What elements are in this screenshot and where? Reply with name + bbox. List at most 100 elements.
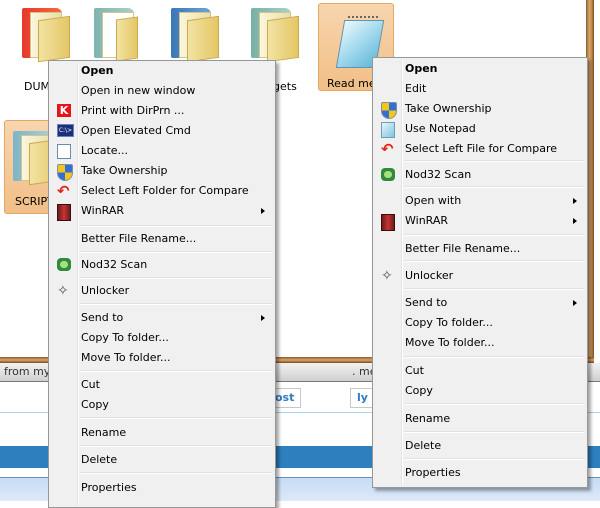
menu-item-send-to[interactable]: Send to bbox=[375, 293, 585, 313]
uac-shield-icon bbox=[57, 164, 73, 181]
winrar-icon bbox=[57, 204, 71, 221]
menu-item-label: Cut bbox=[405, 364, 424, 377]
menu-item-nod32-scan[interactable]: Nod32 Scan bbox=[51, 255, 273, 275]
menu-separator bbox=[404, 234, 584, 236]
menu-item-take-ownership[interactable]: Take Ownership bbox=[51, 161, 273, 181]
menu-item-label: Rename bbox=[81, 426, 127, 439]
winrar-icon bbox=[381, 214, 395, 231]
submenu-arrow-icon bbox=[573, 198, 577, 204]
menu-separator bbox=[404, 431, 584, 433]
menu-item-copy-to-folder[interactable]: Copy To folder... bbox=[375, 313, 585, 333]
submenu-arrow-icon bbox=[261, 208, 265, 214]
menu-item-move-to-folder[interactable]: Move To folder... bbox=[375, 333, 585, 353]
menu-item-delete[interactable]: Delete bbox=[375, 436, 585, 456]
menu-item-use-notepad[interactable]: Use Notepad bbox=[375, 119, 585, 139]
folder-context-menu: Open Open in new window K Print with DirPrn… bbox=[48, 60, 276, 508]
menu-item-unlocker[interactable]: ✧ Unlocker bbox=[51, 281, 273, 301]
unlocker-wand-icon: ✧ bbox=[57, 283, 69, 299]
menu-item-label: Print with DirPrn ... bbox=[81, 104, 185, 117]
menu-separator bbox=[80, 472, 272, 474]
compare-arrow-icon: ↶ bbox=[381, 140, 394, 158]
menu-item-label: Copy To folder... bbox=[405, 316, 493, 329]
menu-item-label: Select Left File for Compare bbox=[405, 142, 558, 155]
unlocker-wand-icon: ✧ bbox=[381, 268, 393, 284]
menu-item-print-with-dirprn[interactable]: K Print with DirPrn ... bbox=[51, 101, 273, 121]
menu-item-label: Delete bbox=[405, 439, 442, 452]
cmd-icon: C:\> bbox=[57, 124, 74, 137]
menu-item-open-elevated-cmd[interactable]: C:\> Open Elevated Cmd bbox=[51, 121, 273, 141]
menu-item-label: Nod32 Scan bbox=[81, 258, 148, 271]
menu-item-open[interactable]: Open bbox=[51, 61, 273, 81]
folder-icon bbox=[171, 4, 219, 63]
menu-item-label: Move To folder... bbox=[405, 336, 495, 349]
menu-separator bbox=[404, 260, 584, 262]
menu-item-label: Nod32 Scan bbox=[405, 168, 472, 181]
menu-item-cut[interactable]: Cut bbox=[375, 361, 585, 381]
menu-item-better-file-rename[interactable]: Better File Rename... bbox=[51, 229, 273, 249]
menu-separator bbox=[80, 370, 272, 372]
menu-item-label: Use Notepad bbox=[405, 122, 476, 135]
menu-item-locate[interactable]: Locate... bbox=[51, 141, 273, 161]
file-context-menu: Open Edit Take Ownership Use Notepad ↶ Select… bbox=[372, 57, 588, 488]
menu-item-label: Unlocker bbox=[81, 284, 130, 297]
menu-item-label: WinRAR bbox=[81, 204, 125, 217]
menu-item-label: Open Elevated Cmd bbox=[81, 124, 191, 137]
menu-item-label: Better File Rename... bbox=[405, 242, 521, 255]
folder-media[interactable] bbox=[88, 0, 162, 62]
menu-item-unlocker[interactable]: ✧ Unlocker bbox=[375, 266, 585, 286]
compare-arrow-icon: ↶ bbox=[57, 182, 70, 200]
menu-item-rename[interactable]: Rename bbox=[51, 423, 273, 443]
menu-item-nod32-scan[interactable]: Nod32 Scan bbox=[375, 165, 585, 185]
menu-item-label: Copy bbox=[405, 384, 433, 397]
menu-item-move-to-folder[interactable]: Move To folder... bbox=[51, 348, 273, 368]
submenu-arrow-icon bbox=[573, 218, 577, 224]
dirprn-k-icon: K bbox=[57, 104, 71, 117]
folder-script[interactable]: SCRIPT bbox=[4, 120, 61, 214]
nod32-icon bbox=[57, 258, 71, 271]
menu-item-copy[interactable]: Copy bbox=[375, 381, 585, 401]
menu-item-properties[interactable]: Properties bbox=[51, 478, 273, 498]
menu-item-winrar[interactable]: WinRAR bbox=[51, 201, 273, 221]
menu-separator bbox=[404, 403, 584, 405]
menu-item-open[interactable]: Open bbox=[375, 59, 585, 79]
menu-separator bbox=[404, 160, 584, 162]
menu-item-open-with[interactable]: Open with bbox=[375, 191, 585, 211]
menu-item-label: Locate... bbox=[81, 144, 129, 157]
menu-item-copy-to-folder[interactable]: Copy To folder... bbox=[51, 328, 273, 348]
submenu-arrow-icon bbox=[573, 300, 577, 306]
menu-item-send-to[interactable]: Send to bbox=[51, 308, 273, 328]
menu-separator bbox=[80, 251, 272, 253]
notepad-icon bbox=[381, 122, 395, 138]
menu-item-label: Take Ownership bbox=[81, 164, 168, 177]
menu-item-copy[interactable]: Copy bbox=[51, 395, 273, 415]
menu-separator bbox=[80, 303, 272, 305]
menu-item-edit[interactable]: Edit bbox=[375, 79, 585, 99]
menu-item-label: Rename bbox=[405, 412, 451, 425]
browser-tab-title: from my bbox=[4, 365, 51, 378]
menu-item-label: Edit bbox=[405, 82, 427, 95]
menu-item-cut[interactable]: Cut bbox=[51, 375, 273, 395]
menu-separator bbox=[404, 288, 584, 290]
menu-item-label: Properties bbox=[405, 466, 461, 479]
menu-separator bbox=[80, 277, 272, 279]
locate-icon bbox=[57, 144, 71, 159]
menu-item-take-ownership[interactable]: Take Ownership bbox=[375, 99, 585, 119]
menu-item-select-left-folder-for-compare[interactable]: ↶ Select Left Folder for Compare bbox=[51, 181, 273, 201]
menu-item-label: Open with bbox=[405, 194, 462, 207]
menu-item-label: Copy To folder... bbox=[81, 331, 169, 344]
menu-item-better-file-rename[interactable]: Better File Rename... bbox=[375, 239, 585, 259]
menu-separator bbox=[80, 445, 272, 447]
folder-contacts[interactable] bbox=[165, 0, 239, 63]
menu-item-winrar[interactable]: WinRAR bbox=[375, 211, 585, 231]
menu-item-label: Send to bbox=[81, 311, 124, 324]
menu-item-label: Open in new window bbox=[81, 84, 196, 97]
menu-item-delete[interactable]: Delete bbox=[51, 450, 273, 470]
menu-separator bbox=[80, 225, 272, 227]
menu-item-label: Unlocker bbox=[405, 269, 454, 282]
nod32-icon bbox=[381, 168, 395, 181]
menu-item-rename[interactable]: Rename bbox=[375, 409, 585, 429]
menu-item-properties[interactable]: Properties bbox=[375, 463, 585, 483]
menu-item-open-in-new-window[interactable]: Open in new window bbox=[51, 81, 273, 101]
menu-item-select-left-file-for-compare[interactable]: ↶ Select Left File for Compare bbox=[375, 139, 585, 159]
menu-separator bbox=[404, 458, 584, 460]
